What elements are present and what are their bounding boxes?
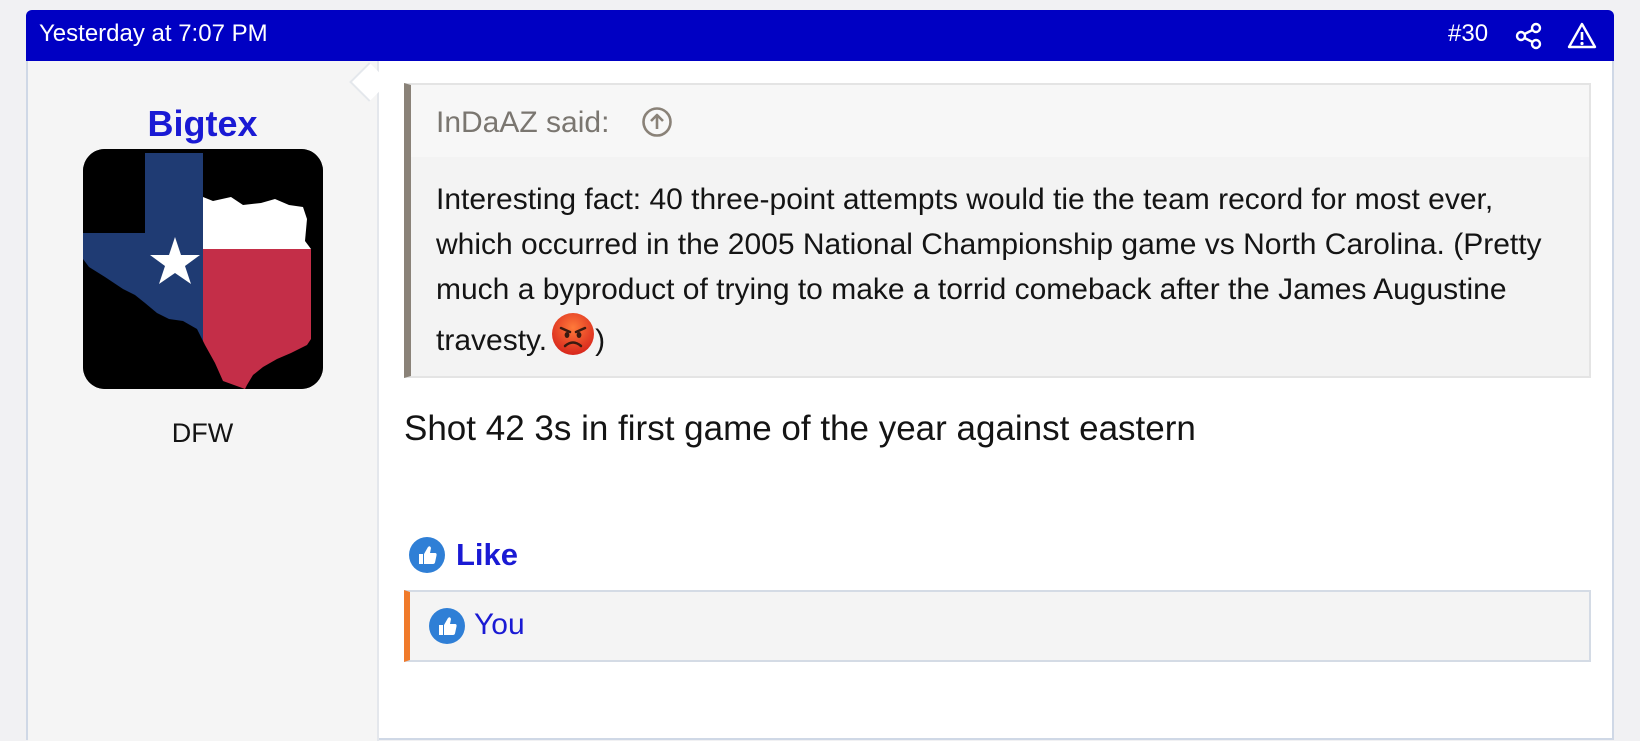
thumbs-up-icon	[409, 537, 445, 573]
arrow-up-circle-icon[interactable]	[641, 106, 673, 138]
user-location: DFW	[171, 418, 234, 448]
quote-text: Interesting fact: 40 three-point attempt…	[436, 177, 1566, 363]
thumbs-up-icon	[429, 608, 465, 644]
like-label: Like	[456, 537, 519, 572]
quote-author-link[interactable]: InDaAZ said:	[436, 106, 609, 140]
share-icon[interactable]	[1514, 21, 1544, 51]
forum-post: Yesterday at 7:07 PM #30 Bigtex DFW InDa…	[26, 10, 1614, 741]
post-number-link[interactable]: #30	[1448, 19, 1488, 49]
quote-block: InDaAZ said: Interesting fact: 40 three-…	[404, 83, 1591, 378]
post-message: Shot 42 3s in first game of the year aga…	[404, 409, 1196, 448]
username-link[interactable]: Bigtex	[28, 103, 377, 145]
user-info-panel: Bigtex DFW	[28, 61, 379, 741]
reactions-users-link[interactable]: You	[474, 608, 525, 642]
warning-triangle-icon[interactable]	[1567, 21, 1597, 51]
reactions-bar: You	[404, 590, 1591, 662]
quote-text-end: )	[595, 324, 606, 357]
post-date-link[interactable]: Yesterday at 7:07 PM	[39, 19, 268, 49]
quote-header: InDaAZ said:	[411, 85, 1589, 157]
angry-face-emoji	[552, 313, 595, 355]
post-header: Yesterday at 7:07 PM #30	[26, 10, 1614, 61]
texas-flag-map-avatar[interactable]	[83, 149, 323, 389]
